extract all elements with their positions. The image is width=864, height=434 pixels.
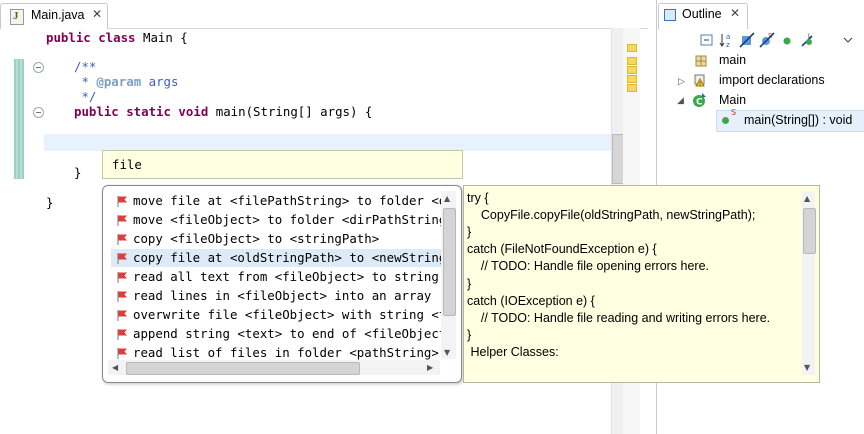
class-icon: C [693, 93, 706, 108]
doc-line: Helper Classes: [467, 344, 559, 359]
doc-line: catch (FileNotFoundException e) { [467, 242, 657, 257]
proposal-item[interactable]: overwrite file <fileObject> with string … [111, 306, 441, 324]
template-flag-icon [117, 234, 127, 245]
doc-line: CopyFile.copyFile(oldStringPath, newStri… [467, 208, 756, 223]
scroll-right-icon[interactable]: ▶ [427, 363, 433, 372]
expand-arrow-icon[interactable]: ▷ [678, 77, 685, 87]
imports-icon: ! [694, 74, 705, 88]
scroll-left-icon[interactable]: ◀ [112, 363, 118, 372]
proposal-item[interactable]: read all text from <fileObject> to strin… [111, 268, 441, 286]
ruler-mark[interactable] [627, 57, 637, 65]
template-flag-icon [117, 253, 127, 264]
svg-text:a: a [726, 33, 730, 41]
proposal-item[interactable]: copy file at <oldStringPath> to <newStri… [111, 249, 441, 267]
hide-static-icon[interactable]: S [759, 32, 775, 48]
doc-line: // TODO: Handle file opening errors here… [467, 259, 710, 274]
change-indicator-bar [14, 59, 24, 179]
code-line: public class Main { [46, 30, 188, 45]
outline-icon [664, 9, 676, 21]
doc-line: } [467, 225, 472, 240]
scroll-down-icon[interactable]: ▼ [804, 363, 810, 372]
editor-tab-label: Main.java [31, 8, 85, 22]
content-assist-popup[interactable]: move file at <filePathString> to folder … [102, 185, 462, 383]
proposal-label: move file at <filePathString> to folder … [133, 193, 441, 208]
template-flag-icon [117, 348, 127, 359]
svg-text:C: C [696, 98, 703, 108]
collapse-arrow-icon[interactable]: ◢ [677, 96, 684, 106]
proposal-label: move <fileObject> to folder <dirPathStri… [133, 212, 441, 227]
collapse-all-icon[interactable] [699, 32, 715, 48]
code-line: public static void main(String[] args) { [74, 104, 373, 119]
template-flag-icon [117, 196, 127, 207]
doc-line: catch (IOException e) { [467, 293, 595, 308]
proposal-hscroll-thumb[interactable] [126, 362, 360, 375]
ruler-mark[interactable] [627, 84, 637, 92]
hide-fields-icon[interactable] [739, 32, 755, 48]
scroll-down-icon[interactable]: ▼ [444, 348, 450, 357]
proposal-label: overwrite file <fileObject> with string … [133, 307, 441, 322]
proposal-label: read list of files in folder <pathString… [133, 345, 439, 360]
template-flag-icon [117, 272, 127, 283]
proposal-item[interactable]: move <fileObject> to folder <dirPathStri… [111, 211, 441, 229]
outline-item-package[interactable]: main [719, 53, 746, 67]
template-flag-icon [117, 291, 127, 302]
code-line: } [46, 195, 54, 210]
java-file-icon: J [10, 9, 24, 25]
proposal-label: read lines in <fileObject> into an array [133, 288, 432, 303]
template-flag-icon [117, 329, 127, 340]
static-badge: S [731, 108, 737, 117]
proposal-item[interactable]: copy <fileObject> to <stringPath> [111, 230, 441, 248]
view-menu-icon[interactable] [840, 32, 856, 48]
outline-tab-label: Outline [682, 7, 722, 21]
proposal-item[interactable]: append string <text> to end of <fileObje… [111, 325, 441, 343]
template-flag-icon [117, 310, 127, 321]
sort-icon[interactable]: az [719, 32, 735, 48]
close-icon[interactable]: ✕ [730, 6, 740, 20]
doc-line: // TODO: Handle file reading and writing… [467, 310, 771, 325]
doc-line: } [467, 276, 472, 291]
editor-tab-main-java[interactable]: J Main.java ✕ [0, 3, 108, 29]
outline-item-method[interactable]: main(String[]) : void [744, 113, 852, 127]
proposal-label: copy file at <oldStringPath> to <newStri… [133, 250, 441, 265]
ruler-mark[interactable] [627, 75, 637, 83]
scroll-up-icon[interactable]: ▲ [444, 194, 450, 203]
proposal-label: append string <text> to end of <fileObje… [133, 326, 441, 341]
hide-local-types-icon[interactable]: L [799, 32, 815, 48]
assist-filter-box[interactable]: file [102, 150, 463, 179]
svg-text:!: ! [699, 82, 701, 88]
proposal-label: read all text from <fileObject> to strin… [133, 269, 439, 284]
ruler-mark[interactable] [627, 44, 637, 52]
ruler-mark[interactable] [627, 66, 637, 74]
code-line: } [74, 165, 82, 180]
doc-line: } [467, 327, 472, 342]
current-line-highlight [44, 134, 611, 151]
proposal-item[interactable]: read lines in <fileObject> into an array [111, 287, 441, 305]
doc-scroll-thumb[interactable] [803, 208, 816, 254]
doc-line: try { [467, 191, 489, 205]
proposal-item[interactable]: move file at <filePathString> to folder … [111, 192, 441, 210]
package-icon [695, 55, 707, 67]
svg-text:z: z [726, 41, 730, 48]
fold-toggle-icon[interactable] [33, 107, 44, 118]
public-method-icon [722, 117, 729, 124]
proposal-label: copy <fileObject> to <stringPath> [133, 231, 380, 246]
close-icon[interactable]: ✕ [92, 7, 102, 21]
outline-item-imports[interactable]: import declarations [719, 73, 825, 87]
proposal-scroll-thumb[interactable] [443, 208, 456, 316]
hide-nonpublic-icon[interactable] [779, 32, 795, 48]
template-flag-icon [117, 215, 127, 226]
fold-toggle-icon[interactable] [33, 62, 44, 73]
scroll-up-icon[interactable]: ▲ [804, 194, 810, 203]
outline-item-class[interactable]: Main [719, 93, 746, 107]
